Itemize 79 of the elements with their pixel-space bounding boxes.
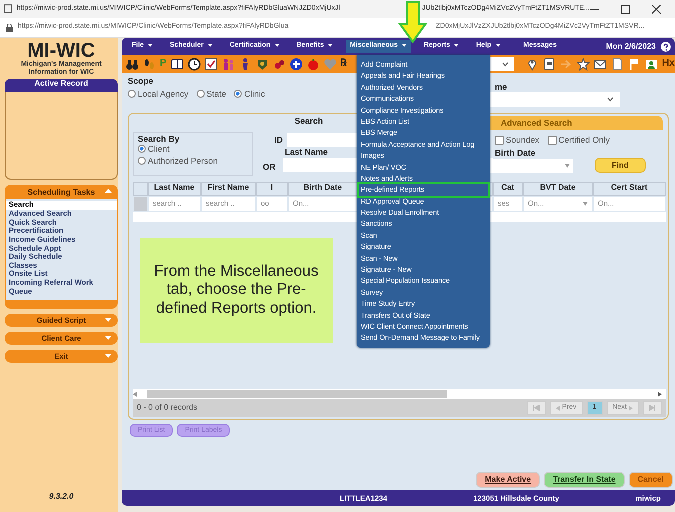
radio-label[interactable]: State (206, 89, 226, 100)
field-label: OR (263, 162, 277, 172)
field-label: Last Name (285, 147, 328, 157)
caret-down-icon (496, 44, 500, 47)
column-header[interactable]: Birth Date (288, 182, 358, 196)
caret-left-icon (556, 406, 560, 410)
prescription-icon[interactable]: ℞ (340, 59, 347, 69)
checklist-icon[interactable] (204, 58, 218, 70)
column-header[interactable]: Cert Start (593, 182, 666, 196)
date-label: Mon 2/6/2023 (606, 42, 656, 52)
flag-icon[interactable] (628, 58, 642, 70)
caret-right-icon (629, 406, 633, 410)
panel-header: Active Record (5, 79, 118, 92)
help-icon[interactable] (661, 42, 671, 52)
column-header[interactable]: First Name (201, 182, 256, 196)
maximize-icon[interactable] (621, 4, 630, 14)
caret-down-icon (454, 44, 460, 47)
history-icon[interactable]: Hx (662, 59, 675, 69)
caret-down-icon (583, 202, 588, 206)
plus-circle-icon[interactable] (290, 58, 303, 70)
checkbox[interactable] (495, 136, 504, 145)
radio-button[interactable] (138, 156, 146, 165)
pin-icon[interactable] (526, 58, 540, 70)
radio-label[interactable]: Local Agency (138, 89, 189, 100)
field-label: ID (274, 134, 283, 146)
close-icon[interactable] (652, 4, 661, 14)
clock-icon[interactable] (188, 58, 201, 70)
radio-button[interactable] (138, 145, 146, 154)
caret-down-icon (148, 44, 154, 47)
document-icon[interactable] (611, 58, 624, 70)
radio-label[interactable]: Client (148, 144, 170, 154)
footprints-icon[interactable] (143, 58, 156, 70)
column-header[interactable]: I (256, 182, 288, 196)
search-tab[interactable]: Search (294, 116, 324, 126)
book-icon[interactable] (170, 58, 184, 70)
page-icon (4, 4, 13, 14)
scroll-right-icon[interactable] (658, 392, 662, 396)
panel-header[interactable]: Scheduling Tasks (5, 185, 118, 200)
checkbox-label[interactable]: Certified Only (558, 135, 610, 146)
field-label: me (495, 82, 508, 92)
version-label: 9.3.2.0 (48, 492, 75, 504)
column-header[interactable]: BVT Date (523, 182, 593, 196)
radio-label[interactable]: Clinic (244, 89, 266, 100)
checkbox-label[interactable]: Soundex (506, 135, 540, 146)
radio-button[interactable] (128, 90, 136, 98)
scroll-left-icon[interactable] (133, 392, 137, 396)
caret-down-icon (274, 44, 280, 47)
contact-card-icon[interactable] (645, 58, 658, 70)
chevron-down-icon (502, 62, 510, 66)
birth-date-field[interactable] (487, 158, 573, 173)
lock-icon (6, 24, 13, 32)
star-icon[interactable] (577, 58, 590, 70)
app-logo: MI-WIC (28, 39, 96, 61)
last-page-icon (649, 405, 656, 411)
action-button[interactable]: Make Active (476, 472, 540, 488)
instruction-callout: From the Miscellaneous tab, choose the Pre-defined Reports option. (140, 238, 333, 343)
find-button[interactable]: Find (595, 158, 646, 174)
records-count: 0 - 0 of 0 records (137, 403, 198, 413)
caret-down-icon (208, 44, 213, 47)
scrollbar-thumb[interactable] (147, 390, 447, 398)
badge-icon[interactable] (256, 58, 269, 70)
berries-icon[interactable] (272, 58, 286, 70)
envelope-icon[interactable] (594, 58, 608, 70)
caret-down-icon (565, 164, 570, 168)
radio-button[interactable] (234, 90, 242, 98)
binoculars-icon[interactable] (126, 58, 139, 70)
column-header[interactable]: Last Name (148, 182, 201, 196)
field-label: Birth Date (495, 148, 537, 158)
chevron-down-icon (607, 97, 614, 102)
group-title: Search By (138, 134, 181, 144)
column-header (133, 182, 148, 196)
advanced-search-tab[interactable]: Advanced Search (487, 116, 663, 130)
radio-button[interactable] (196, 90, 205, 98)
radio-label[interactable]: Authorized Person (148, 156, 218, 166)
action-button[interactable]: Transfer In State (544, 472, 625, 488)
column-header[interactable]: Cat (493, 182, 523, 196)
caret-down-icon (328, 44, 334, 47)
first-page-icon (533, 405, 540, 411)
checkbox[interactable] (548, 136, 557, 145)
